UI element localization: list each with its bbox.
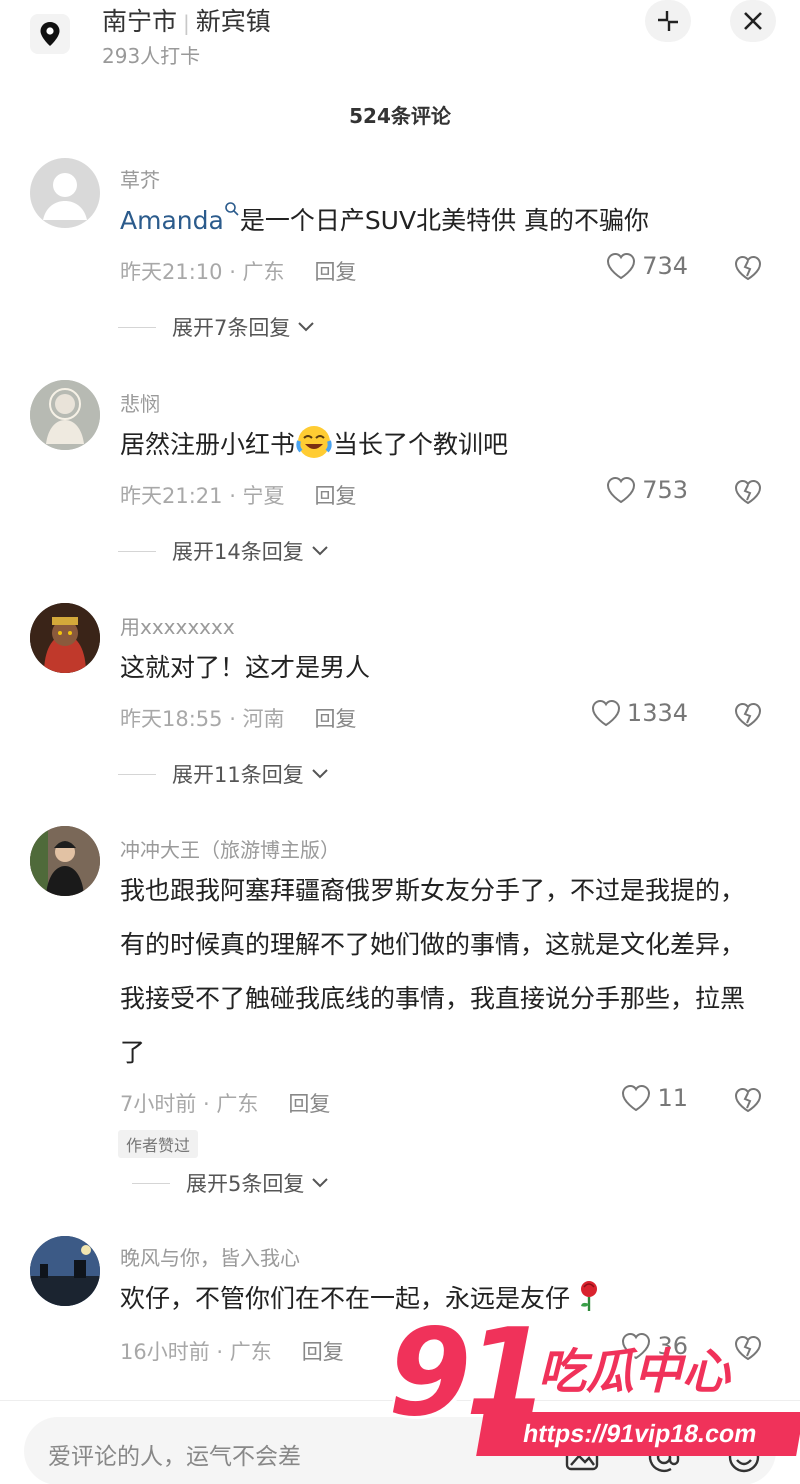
comment-text[interactable]: 我也跟我阿塞拜疆裔俄罗斯女友分手了，不过是我提的，有的时候真的理解不了她们做的事…: [120, 864, 760, 1080]
heart-icon: [622, 1332, 651, 1360]
rose-emoji-icon: [574, 1278, 604, 1312]
comment-time-location: 昨天21:21 · 宁夏: [120, 484, 285, 508]
emoji-icon[interactable]: [726, 1439, 762, 1475]
comment-input[interactable]: 爱评论的人，运气不会差: [24, 1417, 776, 1484]
reply-button[interactable]: 回复: [315, 707, 357, 731]
expand-replies-label: 展开5条回复: [186, 1172, 305, 1196]
city-name: 南宁市: [102, 7, 178, 36]
comment-text[interactable]: 这就对了！这才是男人: [120, 641, 760, 695]
avatar[interactable]: [30, 380, 100, 450]
like-count: 1334: [626, 699, 688, 727]
image-icon[interactable]: [564, 1439, 600, 1475]
location-header: 南宁市 | 新宾镇 293人打卡: [0, 0, 800, 80]
town-name: 新宾镇: [195, 7, 271, 36]
like-count: 734: [642, 252, 688, 280]
comment-meta: 昨天18:55 · 河南 回复: [120, 703, 357, 733]
heart-icon: [622, 1084, 651, 1112]
expand-divider: [118, 550, 156, 552]
comment-body: 是一个日产SUV北美特供 真的不骗你: [239, 206, 650, 235]
chevron-down-icon: [312, 546, 328, 556]
heart-icon: [607, 476, 636, 504]
comment-text[interactable]: 居然注册小红书 当长了个教训吧: [120, 418, 760, 472]
comment-username[interactable]: 悲悯: [120, 388, 160, 417]
expand-divider: [132, 1182, 170, 1184]
expand-replies-label: 展开11条回复: [172, 763, 304, 787]
comment-meta: 7小时前 · 广东 回复: [120, 1088, 330, 1118]
avatar[interactable]: [30, 1236, 100, 1306]
like-count: 36: [657, 1332, 688, 1360]
avatar[interactable]: [30, 603, 100, 673]
expand-divider: [118, 773, 156, 775]
comment-input-bar: 爱评论的人，运气不会差: [0, 1400, 800, 1484]
comment-time-location: 16小时前 · 广东: [120, 1340, 272, 1364]
avatar[interactable]: [30, 826, 100, 896]
expand-replies-label: 展开14条回复: [172, 540, 304, 564]
collapse-button[interactable]: [645, 0, 691, 42]
chevron-down-icon: [298, 322, 315, 332]
like-button[interactable]: 36: [621, 1332, 688, 1360]
comment-count: 524条评论: [349, 104, 451, 128]
expand-replies[interactable]: 展开5条回复: [132, 1168, 330, 1198]
dislike-icon[interactable]: [734, 478, 762, 506]
like-button[interactable]: 734: [606, 252, 688, 280]
search-icon: [225, 202, 239, 216]
comment-text[interactable]: Amanda 是一个日产SUV北美特供 真的不骗你: [120, 194, 760, 248]
comment-input-placeholder: 爱评论的人，运气不会差: [48, 1444, 301, 1470]
dislike-icon[interactable]: [734, 701, 762, 729]
expand-replies-label: 展开7条回复: [172, 316, 291, 340]
dislike-icon[interactable]: [734, 254, 762, 282]
comment-body: 居然注册小红书: [120, 430, 296, 459]
comment-meta: 16小时前 · 广东 回复: [120, 1336, 344, 1366]
reply-button[interactable]: 回复: [302, 1340, 344, 1364]
comment-username[interactable]: 草芥: [120, 164, 160, 193]
like-count: 11: [657, 1084, 688, 1112]
location-title[interactable]: 南宁市 | 新宾镇: [102, 2, 271, 38]
chevron-down-icon: [312, 769, 328, 779]
like-button[interactable]: 753: [606, 476, 688, 504]
reply-button[interactable]: 回复: [315, 260, 357, 284]
reply-button[interactable]: 回复: [288, 1092, 330, 1116]
comment-username[interactable]: 冲冲大王（旅游博主版）: [120, 834, 340, 863]
close-button[interactable]: [730, 0, 776, 42]
location-separator: |: [183, 11, 190, 35]
heart-icon: [607, 252, 636, 280]
reply-button[interactable]: 回复: [315, 484, 357, 508]
comment-meta: 昨天21:21 · 宁夏 回复: [120, 480, 357, 510]
laughing-crying-emoji-icon: [295, 423, 333, 461]
comment-time-location: 7小时前 · 广东: [120, 1092, 259, 1116]
like-button[interactable]: 1334: [591, 699, 688, 727]
mention-link[interactable]: Amanda: [120, 206, 224, 235]
like-button[interactable]: 11: [621, 1084, 688, 1112]
comment-body-end: 当长了个教训吧: [333, 430, 509, 459]
location-pin-icon: [30, 14, 70, 54]
comment-time-location: 昨天21:10 · 广东: [120, 260, 285, 284]
expand-replies[interactable]: 展开11条回复: [118, 759, 330, 789]
comment-username[interactable]: 用xxxxxxxx: [120, 611, 235, 640]
comment-text[interactable]: 欢仔，不管你们在不在一起，永远是友仔: [120, 1272, 760, 1326]
heart-icon: [591, 699, 620, 727]
dislike-icon[interactable]: [734, 1086, 762, 1114]
avatar[interactable]: [30, 158, 100, 228]
expand-divider: [118, 326, 156, 328]
chevron-down-icon: [312, 1178, 329, 1188]
checkin-count: 293人打卡: [102, 44, 201, 68]
close-icon: [744, 12, 762, 30]
expand-replies[interactable]: 展开14条回复: [118, 536, 330, 566]
comment-body: 欢仔，不管你们在不在一起，永远是友仔: [120, 1284, 571, 1313]
comment-time-location: 昨天18:55 · 河南: [120, 707, 285, 731]
author-liked-badge: 作者赞过: [118, 1130, 199, 1158]
expand-replies[interactable]: 展开7条回复: [118, 312, 316, 342]
comment-username[interactable]: 晚风与你，皆入我心: [120, 1242, 300, 1271]
comment-meta: 昨天21:10 · 广东 回复: [120, 256, 357, 286]
dislike-icon[interactable]: [734, 1334, 762, 1362]
mention-icon[interactable]: [646, 1439, 682, 1475]
collapse-icon: [658, 11, 678, 31]
like-count: 753: [642, 476, 688, 504]
